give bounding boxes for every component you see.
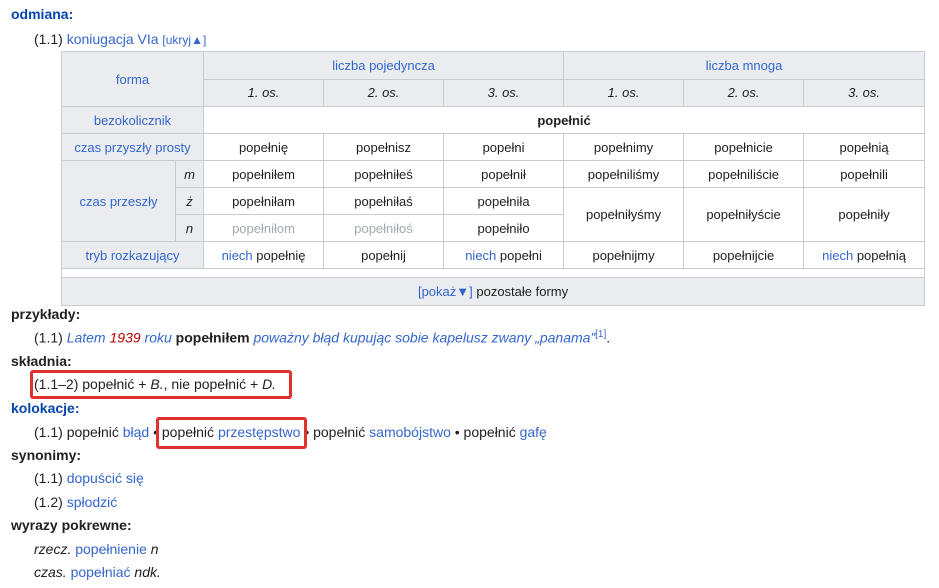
table-cell: popełnijmy: [563, 241, 685, 269]
header-person: 2. os.: [323, 78, 445, 107]
header-person: 3. os.: [443, 78, 565, 107]
show-other-forms-toggle[interactable]: [pokaż▼]: [418, 284, 473, 299]
gender-m: m: [174, 160, 205, 188]
row-label-czas-przyszly[interactable]: czas przyszły prosty: [60, 133, 205, 161]
table-cell: popełniłem: [203, 160, 325, 188]
header-forma: forma: [60, 51, 205, 107]
example-line: (1.1) Latem 1939 roku popełniłem poważny…: [34, 329, 611, 346]
row-label-bezokolicznik[interactable]: bezokolicznik: [60, 106, 205, 134]
other-forms-label: pozostałe formy: [476, 284, 569, 299]
header-person: 1. os.: [203, 78, 325, 107]
row-label-czas-przeszly[interactable]: czas przeszły: [61, 160, 176, 242]
related-word-line: czas. popełniać ndk.: [34, 564, 161, 580]
synonym-link[interactable]: spłodzić: [67, 494, 118, 510]
header-person: 2. os.: [683, 78, 805, 107]
header-liczba-pojedyncza: liczba pojedyncza: [203, 51, 565, 80]
synonym-line: (1.2) spłodzić: [34, 494, 118, 510]
collocation-link-gafe[interactable]: gafę: [520, 424, 547, 440]
table-cell: niech popełnię: [203, 241, 325, 269]
gender-n: n: [174, 214, 205, 242]
collocation-link-samobojstwo[interactable]: samobójstwo: [369, 424, 451, 440]
table-cell: popełniłam: [203, 187, 325, 215]
table-cell: popełniłyśmy: [563, 187, 685, 242]
table-cell: popełnił: [443, 160, 565, 188]
table-cell: niech popełnią: [803, 241, 926, 269]
related-word-link[interactable]: popełnienie: [75, 541, 147, 557]
table-cell: popełnicie: [683, 133, 805, 161]
row-label-tryb-rozkazujacy[interactable]: tryb rozkazujący: [60, 241, 205, 269]
header-person: 3. os.: [803, 78, 926, 107]
section-synonimy: synonimy:: [11, 447, 82, 463]
section-odmiana[interactable]: odmiana:: [11, 6, 73, 22]
table-cell: popełniliście: [683, 160, 805, 188]
table-cell: popełnię: [203, 133, 325, 161]
collocations-line: (1.1) popełnić błąd • popełnić przestęps…: [34, 424, 547, 440]
header-person: 1. os.: [563, 78, 685, 107]
table-cell: popełnijcie: [683, 241, 805, 269]
table-cell: popełnisz: [323, 133, 445, 161]
header-liczba-mnoga: liczba mnoga: [563, 51, 926, 80]
section-kolokacje[interactable]: kolokacje:: [11, 400, 79, 416]
table-cell: popełnij: [323, 241, 445, 269]
table-cell: popełni: [443, 133, 565, 161]
table-cell: popełniło: [443, 214, 565, 242]
table-cell: popełnili: [803, 160, 926, 188]
table-cell: popełniłyście: [683, 187, 805, 242]
synonym-line: (1.1) dopuścić się: [34, 470, 144, 486]
gender-z: ż: [174, 187, 205, 215]
table-cell: popełniła: [443, 187, 565, 215]
table-cell: popełniły: [803, 187, 926, 242]
table-cell: popełnią: [803, 133, 926, 161]
synonym-link[interactable]: dopuścić się: [67, 470, 144, 486]
table-cell: niech popełni: [443, 241, 565, 269]
table-cell: popełniłaś: [323, 187, 445, 215]
collocation-link-blad[interactable]: błąd: [123, 424, 149, 440]
table-cell: popełniłom: [203, 214, 325, 242]
collocation-link-przestepstwo[interactable]: przestępstwo: [218, 424, 300, 440]
odmiana-line: (1.1) koniugacja VIa [ukryj▲]: [34, 31, 206, 47]
reference-link[interactable]: [1]: [595, 329, 606, 340]
year-link[interactable]: 1939: [110, 330, 141, 346]
section-wyrazy-pokrewne: wyrazy pokrewne:: [11, 517, 132, 533]
table-cell: popełniłoś: [323, 214, 445, 242]
hide-table-toggle[interactable]: [ukryj▲]: [162, 33, 206, 47]
related-word-line: rzecz. popełnienie n: [34, 541, 159, 557]
section-przyklady: przykłady:: [11, 306, 81, 322]
related-word-link[interactable]: popełniać: [71, 564, 131, 580]
other-forms-row: [pokaż▼] pozostałe formy: [60, 277, 926, 306]
odmiana-num: (1.1): [34, 31, 63, 47]
table-cell: popełniliśmy: [563, 160, 685, 188]
syntax-line: (1.1–2) popełnić + B., nie popełnić + D.: [34, 376, 277, 392]
table-cell: popełniłeś: [323, 160, 445, 188]
infinitive-cell: popełnić: [203, 106, 926, 134]
niech-link[interactable]: niech: [222, 248, 253, 263]
koniugacja-link[interactable]: koniugacja VIa: [67, 31, 159, 47]
niech-link[interactable]: niech: [465, 248, 496, 263]
section-skladnia: składnia:: [11, 353, 72, 369]
conjugation-table: forma liczba pojedyncza liczba mnoga 1. …: [60, 51, 926, 306]
table-cell: popełnimy: [563, 133, 685, 161]
niech-link[interactable]: niech: [822, 248, 853, 263]
